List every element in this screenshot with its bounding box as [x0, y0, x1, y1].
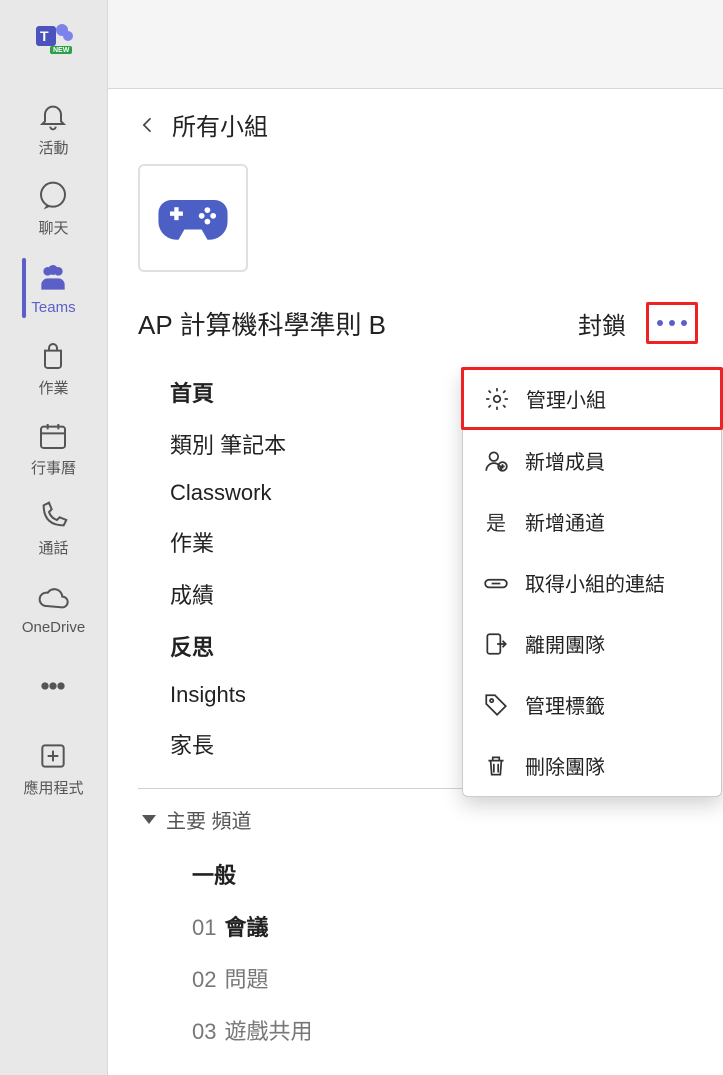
- menu-label: 刪除團隊: [525, 751, 605, 780]
- menu-channel[interactable]: 是新增通道: [463, 491, 721, 552]
- gamepad-icon: [157, 188, 229, 248]
- menu-gear[interactable]: 管理小組: [461, 367, 723, 430]
- nav-label: OneDrive: [22, 619, 85, 636]
- menu-link[interactable]: 取得小組的連結: [463, 552, 721, 613]
- chat-icon: [36, 179, 70, 213]
- menu-label: 新增成員: [525, 446, 605, 475]
- channel-item[interactable]: 一般: [142, 848, 723, 900]
- tag-icon: [483, 692, 509, 718]
- trash-icon: [483, 753, 509, 779]
- bell-icon: [36, 99, 70, 133]
- cloud-icon: [36, 581, 70, 615]
- calendar-icon: [36, 419, 70, 453]
- channel-section: 主要 頻道 一般01會議02問題03遊戲共用: [142, 805, 723, 1056]
- nav-label: 應用程式: [23, 777, 83, 798]
- caret-down-icon: [142, 815, 156, 824]
- nav-apps[interactable]: 應用程式: [22, 728, 85, 808]
- teams-icon: [36, 261, 70, 295]
- left-nav-rail: T NEW 活動聊天 Teams 作業行事曆通話 OneDrive 應用程式: [0, 0, 108, 1075]
- chevron-left-icon: [138, 115, 158, 135]
- team-context-menu: 管理小組新增成員是新增通道取得小組的連結離開團隊管理標籤刪除團隊: [462, 368, 722, 797]
- nav-label: 作業: [38, 377, 68, 398]
- addperson-icon: [483, 448, 509, 474]
- bag-icon: [36, 339, 70, 373]
- channel-item[interactable]: 02問題: [142, 952, 723, 1004]
- menu-leave[interactable]: 離開團隊: [463, 613, 721, 674]
- team-name: AP 計算機科學準則 B: [138, 305, 578, 342]
- menu-label: 新增通道: [525, 507, 605, 536]
- phone-icon: [36, 499, 70, 533]
- nav-more[interactable]: [22, 648, 85, 728]
- nav-calendar[interactable]: 行事曆: [22, 408, 85, 488]
- team-block-button[interactable]: 封鎖: [578, 306, 626, 341]
- channel-section-header[interactable]: 主要 頻道: [142, 805, 723, 834]
- nav-label: Teams: [31, 299, 75, 316]
- team-avatar: [138, 164, 248, 272]
- teams-app-logo: T NEW: [34, 18, 74, 58]
- more-icon: [36, 669, 70, 703]
- menu-trash[interactable]: 刪除團隊: [463, 735, 721, 796]
- nav-teams[interactable]: Teams: [22, 248, 85, 328]
- menu-label: 離開團隊: [525, 629, 605, 658]
- channel-icon: 是: [483, 509, 509, 535]
- gear-icon: [484, 386, 510, 412]
- menu-label: 取得小組的連結: [525, 568, 665, 597]
- leave-icon: [483, 631, 509, 657]
- menu-addperson[interactable]: 新增成員: [463, 430, 721, 491]
- breadcrumb-label: 所有小組: [172, 107, 268, 142]
- link-icon: [483, 570, 509, 596]
- menu-label: 管理小組: [526, 384, 606, 413]
- nav-label: 通話: [38, 537, 68, 558]
- nav-onedrive[interactable]: OneDrive: [22, 568, 85, 648]
- menu-label: 管理標籤: [525, 690, 605, 719]
- nav-label: 聊天: [38, 217, 68, 238]
- nav-assign[interactable]: 作業: [22, 328, 85, 408]
- nav-calls[interactable]: 通話: [22, 488, 85, 568]
- svg-text:T: T: [40, 28, 49, 44]
- nav-activity[interactable]: 活動: [22, 88, 85, 168]
- nav-chat[interactable]: 聊天: [22, 168, 85, 248]
- channel-item[interactable]: 01會議: [142, 900, 723, 952]
- channel-item[interactable]: 03遊戲共用: [142, 1004, 723, 1056]
- team-more-button[interactable]: [646, 302, 698, 344]
- breadcrumb-back[interactable]: 所有小組: [138, 107, 723, 142]
- svg-text:NEW: NEW: [53, 47, 70, 54]
- menu-tag[interactable]: 管理標籤: [463, 674, 721, 735]
- channel-section-label: 主要 頻道: [166, 805, 252, 834]
- nav-label: 活動: [38, 137, 68, 158]
- apps-icon: [36, 739, 70, 773]
- more-icon: [657, 320, 663, 326]
- nav-label: 行事曆: [31, 457, 76, 478]
